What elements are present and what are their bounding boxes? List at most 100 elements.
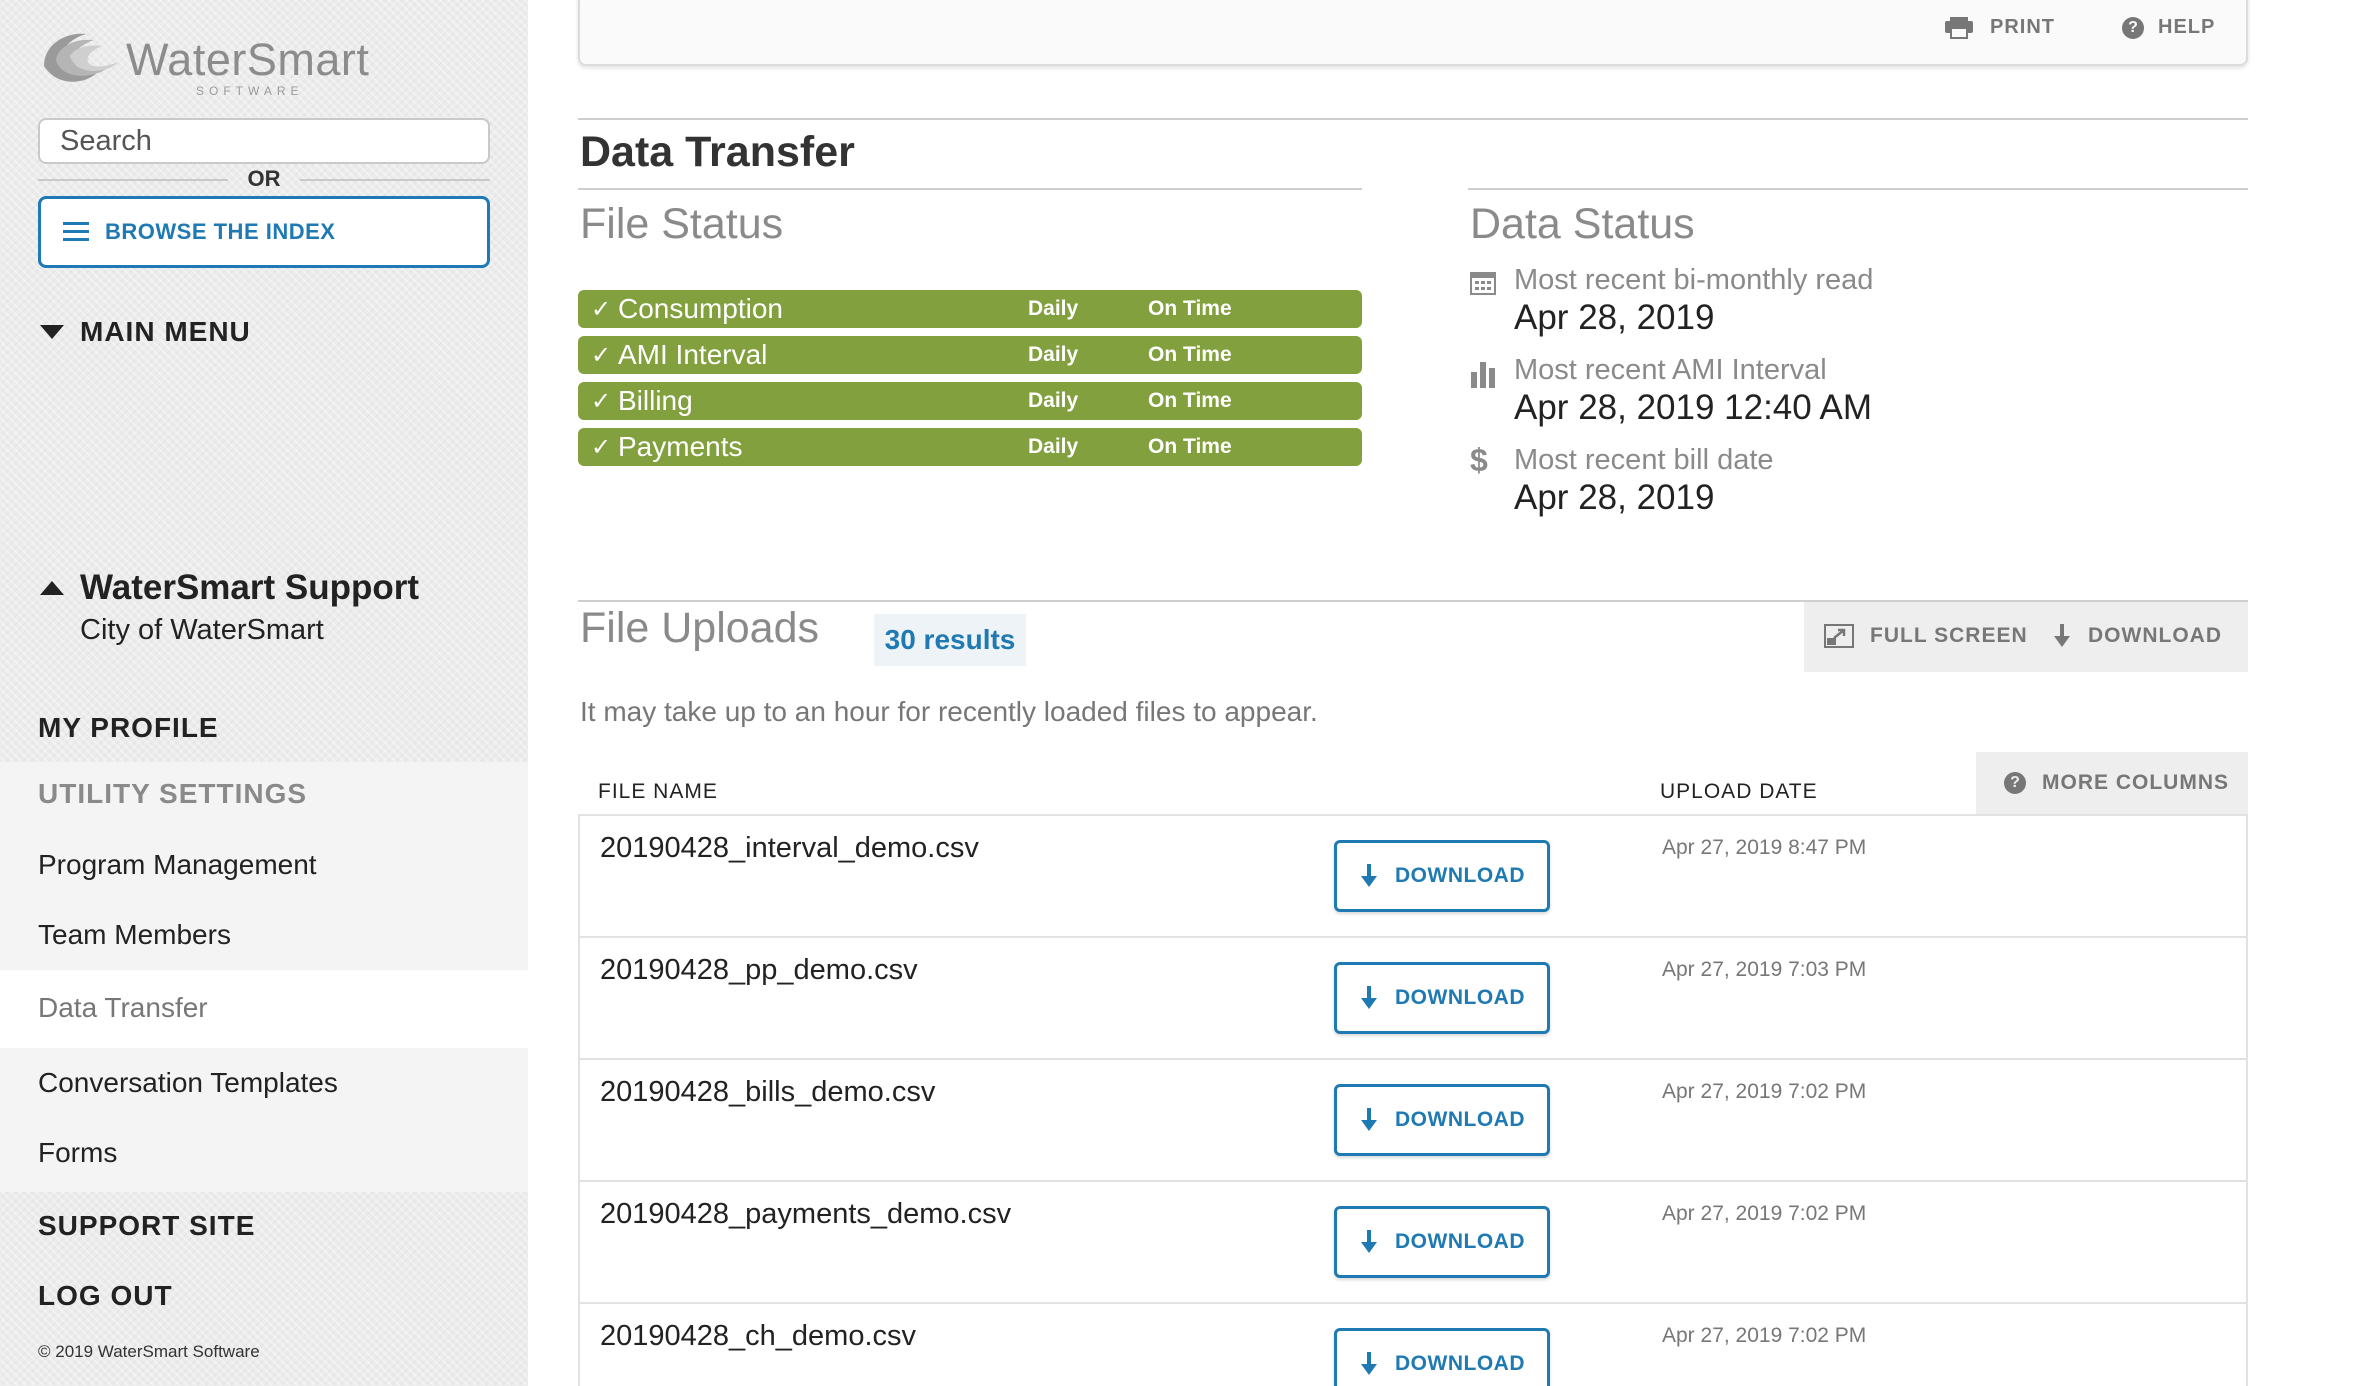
brand-subtitle: SOFTWARE [196,84,304,98]
file-name-cell: 20190428_payments_demo.csv [600,1198,1012,1230]
row-download-label: DOWNLOAD [1395,986,1525,1009]
checkmark-icon: ✓ [590,433,612,461]
data-status-label: Most recent bill date [1514,444,1774,476]
print-label: PRINT [1990,16,2055,38]
download-arrow-icon [1361,986,1377,1009]
column-header-upload-date[interactable]: UPLOAD DATE [1660,780,1818,804]
nav-log-out-label: LOG OUT [38,1280,173,1311]
data-status-value: Apr 28, 2019 12:40 AM [1514,388,1873,427]
data-status-label: Most recent bi-monthly read [1514,264,1874,296]
file-type: AMI Interval [618,339,768,370]
row-download-button[interactable]: DOWNLOAD [1334,1084,1550,1156]
account-section: WaterSmart Support City of WaterSmart [40,568,419,647]
bar-chart-icon [1470,360,1496,388]
uploads-table: 20190428_interval_demo.csv DOWNLOAD Apr … [578,814,2248,1386]
download-arrow-icon [1361,1230,1377,1253]
table-row: 20190428_bills_demo.csv DOWNLOAD Apr 27,… [580,1060,2246,1182]
row-download-button[interactable]: DOWNLOAD [1334,962,1550,1034]
upload-date-cell: Apr 27, 2019 7:03 PM [1662,958,1867,981]
caret-down-icon [40,325,64,339]
upload-date-cell: Apr 27, 2019 8:47 PM [1662,836,1867,859]
nav-conversation-templates[interactable]: Conversation Templates [0,1050,528,1116]
nav-my-profile[interactable]: MY PROFILE [0,696,528,760]
row-download-label: DOWNLOAD [1395,1230,1525,1253]
download-all-button[interactable]: DOWNLOAD [2054,624,2222,648]
help-label: HELP [2158,16,2216,38]
results-count-badge: 30 results [874,614,1026,666]
nav-forms[interactable]: Forms [0,1120,528,1186]
data-status-divider [1468,188,2248,190]
row-download-button[interactable]: DOWNLOAD [1334,1328,1550,1386]
column-header-file-name[interactable]: FILE NAME [598,780,718,804]
data-status-value: Apr 28, 2019 [1514,478,1715,517]
nav-data-transfer[interactable]: Data Transfer [0,974,528,1042]
question-icon: ? [2004,772,2026,794]
brand-name: WaterSmart [126,34,370,85]
file-status-row: ✓ Billing Daily On Time [578,382,1362,420]
menu-icon [63,222,89,242]
file-timeliness: On Time [1148,435,1232,458]
nav-program-management-label: Program Management [38,849,317,880]
row-download-label: DOWNLOAD [1395,1108,1525,1131]
title-divider [578,118,2248,120]
file-name-cell: 20190428_bills_demo.csv [600,1076,936,1108]
nav-utility-settings-label: UTILITY SETTINGS [38,778,308,809]
file-status-heading: File Status [580,200,784,248]
table-row: 20190428_interval_demo.csv DOWNLOAD Apr … [580,816,2246,938]
file-status-row: ✓ AMI Interval Daily On Time [578,336,1362,374]
download-arrow-icon [2054,624,2070,647]
full-screen-button[interactable]: FULL SCREEN [1824,624,2028,648]
nav-support-site[interactable]: SUPPORT SITE [0,1194,528,1258]
nav-team-members[interactable]: Team Members [0,902,528,968]
sidebar: WaterSmart SOFTWARE OR BROWSE THE INDEX … [0,0,528,1386]
nav-conversation-templates-label: Conversation Templates [38,1067,338,1098]
help-button[interactable]: ? HELP [2122,16,2215,39]
or-divider: OR [38,166,490,196]
file-timeliness: On Time [1148,389,1232,412]
copyright: © 2019 WaterSmart Software [38,1342,260,1361]
search-input[interactable] [38,118,490,164]
top-toolbar: PRINT ? HELP [578,0,2248,66]
browse-index-label: BROWSE THE INDEX [105,219,336,244]
table-row: 20190428_ch_demo.csv DOWNLOAD Apr 27, 20… [580,1304,2246,1386]
nav-program-management[interactable]: Program Management [0,832,528,898]
main-menu-label: MAIN MENU [80,316,251,347]
utility-name: City of WaterSmart [80,614,324,646]
nav-log-out[interactable]: LOG OUT [0,1264,528,1328]
caret-up-icon [40,581,64,595]
print-button[interactable]: PRINT [1944,16,2055,39]
full-screen-icon [1824,624,1854,648]
download-arrow-icon [1361,864,1377,887]
wave-logo-icon [44,33,118,82]
download-arrow-icon [1361,1108,1377,1131]
file-status-row: ✓ Consumption Daily On Time [578,290,1362,328]
table-row: 20190428_pp_demo.csv DOWNLOAD Apr 27, 20… [580,938,2246,1060]
upload-date-cell: Apr 27, 2019 7:02 PM [1662,1324,1867,1347]
checkmark-icon: ✓ [590,387,612,415]
page-title: Data Transfer [580,128,855,176]
nav-support-site-label: SUPPORT SITE [38,1210,256,1241]
watersmart-logo[interactable]: WaterSmart SOFTWARE [36,26,376,106]
file-frequency: Daily [1028,297,1079,320]
file-status-row: ✓ Payments Daily On Time [578,428,1362,466]
upload-date-cell: Apr 27, 2019 7:02 PM [1662,1202,1867,1225]
row-download-button[interactable]: DOWNLOAD [1334,840,1550,912]
dollar-icon: $ [1470,442,1488,478]
row-download-button[interactable]: DOWNLOAD [1334,1206,1550,1278]
account-toggle[interactable]: WaterSmart Support [40,568,419,608]
nav-utility-settings[interactable]: UTILITY SETTINGS [0,762,528,826]
checkmark-icon: ✓ [590,341,612,369]
nav-my-profile-label: MY PROFILE [38,712,219,743]
data-status-label: Most recent AMI Interval [1514,354,1827,386]
row-download-label: DOWNLOAD [1395,1352,1525,1375]
more-columns-button[interactable]: ? MORE COLUMNS [1976,752,2248,814]
browse-index-button[interactable]: BROWSE THE INDEX [38,196,490,268]
file-frequency: Daily [1028,389,1079,412]
main-menu-toggle[interactable]: MAIN MENU [40,316,251,348]
printer-icon [1944,16,1974,39]
file-type: Billing [618,385,693,416]
account-name: WaterSmart Support [80,568,420,607]
table-row: 20190428_payments_demo.csv DOWNLOAD Apr … [580,1182,2246,1304]
more-columns-label: MORE COLUMNS [2042,771,2229,794]
data-status-value: Apr 28, 2019 [1514,298,1715,337]
